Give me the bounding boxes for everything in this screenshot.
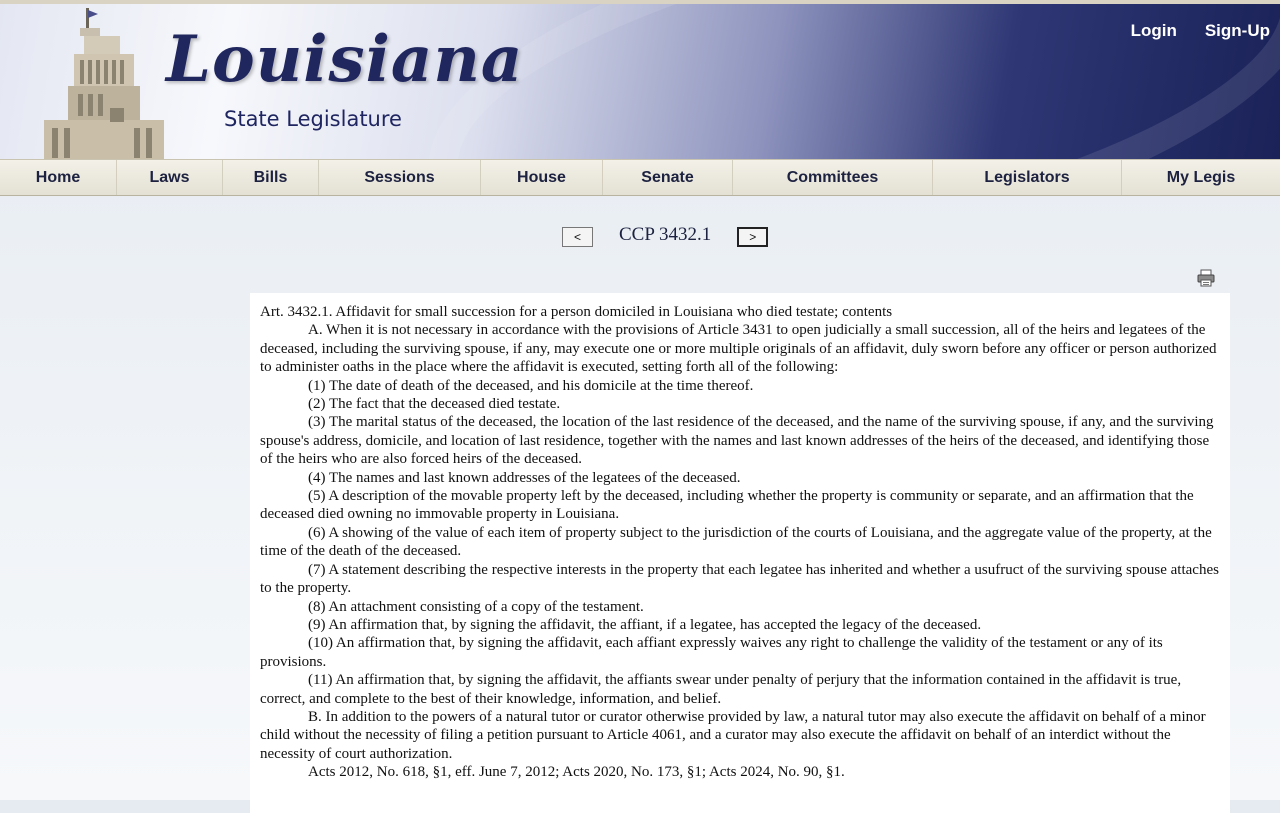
next-button[interactable]: > bbox=[737, 227, 769, 247]
nav-committees[interactable]: Committees bbox=[733, 160, 933, 195]
main-nav: Home Laws Bills Sessions House Senate Co… bbox=[0, 159, 1280, 196]
document-pager: < CCP 3432.1 > bbox=[562, 224, 769, 248]
law-paragraph: (7) A statement describing the respectiv… bbox=[260, 561, 1219, 597]
law-text: Art. 3432.1. Affidavit for small success… bbox=[250, 293, 1230, 813]
law-paragraph: (11) An affirmation that, by signing the… bbox=[260, 672, 1182, 707]
logo-subtitle: State Legislature bbox=[224, 107, 402, 131]
nav-sessions[interactable]: Sessions bbox=[319, 160, 481, 195]
nav-my-legis[interactable]: My Legis bbox=[1122, 160, 1280, 195]
login-link[interactable]: Login bbox=[1131, 21, 1177, 41]
nav-house[interactable]: House bbox=[481, 160, 603, 195]
signup-link[interactable]: Sign-Up bbox=[1205, 21, 1270, 41]
document-title: CCP 3432.1 bbox=[619, 224, 712, 245]
law-paragraph: A. When it is not necessary in accordanc… bbox=[260, 322, 1217, 376]
law-paragraph: (5) A description of the movable propert… bbox=[260, 488, 1194, 523]
law-paragraph: (3) The marital status of the deceased, … bbox=[260, 414, 1214, 468]
previous-button[interactable]: < bbox=[562, 227, 593, 247]
nav-laws[interactable]: Laws bbox=[117, 160, 223, 195]
nav-legislators[interactable]: Legislators bbox=[933, 160, 1122, 195]
auth-links: Login Sign-Up bbox=[1131, 21, 1270, 41]
nav-home[interactable]: Home bbox=[0, 160, 117, 195]
law-paragraph: (2) The fact that the deceased died test… bbox=[308, 396, 561, 413]
header-banner: Louisiana State Legislature Login Sign-U… bbox=[0, 4, 1280, 159]
law-paragraph: (9) An affirmation that, by signing the … bbox=[308, 616, 982, 633]
capitol-building-image bbox=[44, 8, 164, 159]
acts-history: Acts 2012, No. 618, §1, eff. June 7, 201… bbox=[308, 764, 845, 781]
logo-title: Louisiana bbox=[166, 22, 524, 97]
law-paragraph: (10) An affirmation that, by signing the… bbox=[260, 635, 1163, 670]
article-heading: Art. 3432.1. Affidavit for small success… bbox=[260, 304, 893, 320]
nav-senate[interactable]: Senate bbox=[603, 160, 733, 195]
printer-icon[interactable] bbox=[1197, 269, 1215, 287]
law-paragraph: (1) The date of death of the deceased, a… bbox=[308, 377, 754, 394]
law-paragraph: (4) The names and last known addresses o… bbox=[308, 469, 741, 486]
nav-bills[interactable]: Bills bbox=[223, 160, 319, 195]
law-paragraph: B. In addition to the powers of a natura… bbox=[260, 708, 1206, 762]
law-paragraph: (6) A showing of the value of each item … bbox=[260, 524, 1212, 560]
law-paragraph: (8) An attachment consisting of a copy o… bbox=[308, 598, 644, 615]
